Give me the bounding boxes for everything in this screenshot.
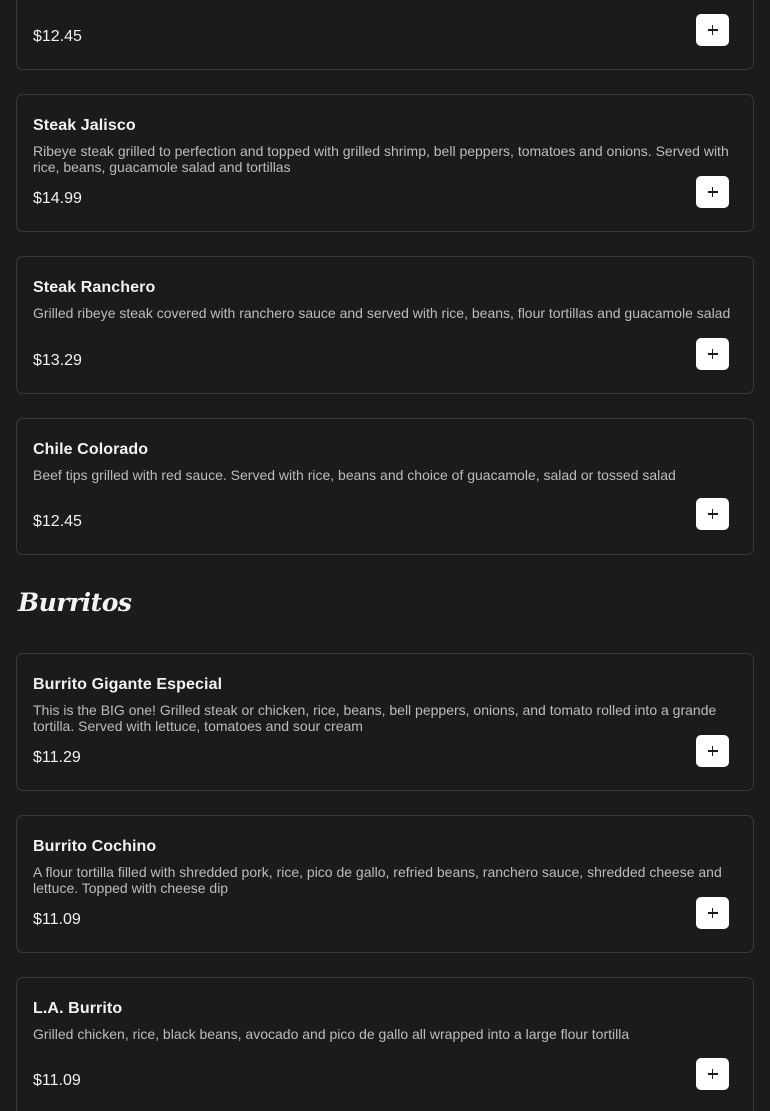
- plus-icon: [707, 187, 718, 197]
- item-description: Beef tips grilled with red sauce. Served…: [33, 467, 676, 483]
- menu-item-card: L.A. Burrito Grilled chicken, rice, blac…: [16, 977, 754, 1111]
- item-name: Steak Ranchero: [33, 279, 156, 296]
- item-price: $12.45: [33, 513, 82, 530]
- add-to-cart-button[interactable]: [696, 735, 729, 767]
- menu-item-card: Burrito Cochino A flour tortilla filled …: [16, 815, 754, 953]
- item-description: Grilled ribeye steak covered with ranche…: [33, 305, 731, 321]
- add-to-cart-button[interactable]: [696, 338, 729, 370]
- add-to-cart-button[interactable]: [696, 14, 729, 46]
- item-name: L.A. Burrito: [33, 1000, 123, 1017]
- section-heading-burritos: Burritos: [18, 588, 132, 617]
- item-price: $12.45: [33, 28, 82, 45]
- item-price: $11.09: [33, 1072, 81, 1089]
- item-name: Steak Jalisco: [33, 117, 136, 134]
- item-name: Chile Colorado: [33, 441, 149, 458]
- plus-icon: [707, 908, 718, 918]
- plus-icon: [707, 349, 718, 359]
- menu-page: $12.45 Steak Jalisco Ribeye steak grille…: [0, 0, 770, 1111]
- menu-item-card: Steak Jalisco Ribeye steak grilled to pe…: [16, 94, 754, 232]
- add-to-cart-button[interactable]: [696, 176, 729, 208]
- add-to-cart-button[interactable]: [696, 498, 729, 530]
- item-name: Burrito Cochino: [33, 838, 157, 855]
- item-description: This is the BIG one! Grilled steak or ch…: [33, 702, 717, 734]
- plus-icon: [707, 746, 718, 756]
- plus-icon: [707, 509, 718, 519]
- menu-item-card: Burrito Gigante Especial This is the BIG…: [16, 653, 754, 791]
- item-price: $13.29: [33, 352, 82, 369]
- item-price: $14.99: [33, 190, 82, 207]
- add-to-cart-button[interactable]: [696, 1058, 729, 1090]
- item-price: $11.09: [33, 911, 81, 928]
- item-description: A flour tortilla filled with shredded po…: [33, 864, 722, 896]
- plus-icon: [707, 25, 718, 35]
- item-description: Ribeye steak grilled to perfection and t…: [33, 143, 729, 175]
- menu-item-card: $12.45: [16, 0, 754, 70]
- add-to-cart-button[interactable]: [696, 897, 729, 929]
- menu-item-card: Chile Colorado Beef tips grilled with re…: [16, 418, 754, 555]
- menu-item-card: Steak Ranchero Grilled ribeye steak cove…: [16, 256, 754, 394]
- item-price: $11.29: [33, 749, 81, 766]
- plus-icon: [707, 1069, 718, 1079]
- item-description: Grilled chicken, rice, black beans, avoc…: [33, 1026, 630, 1042]
- item-name: Burrito Gigante Especial: [33, 676, 223, 693]
